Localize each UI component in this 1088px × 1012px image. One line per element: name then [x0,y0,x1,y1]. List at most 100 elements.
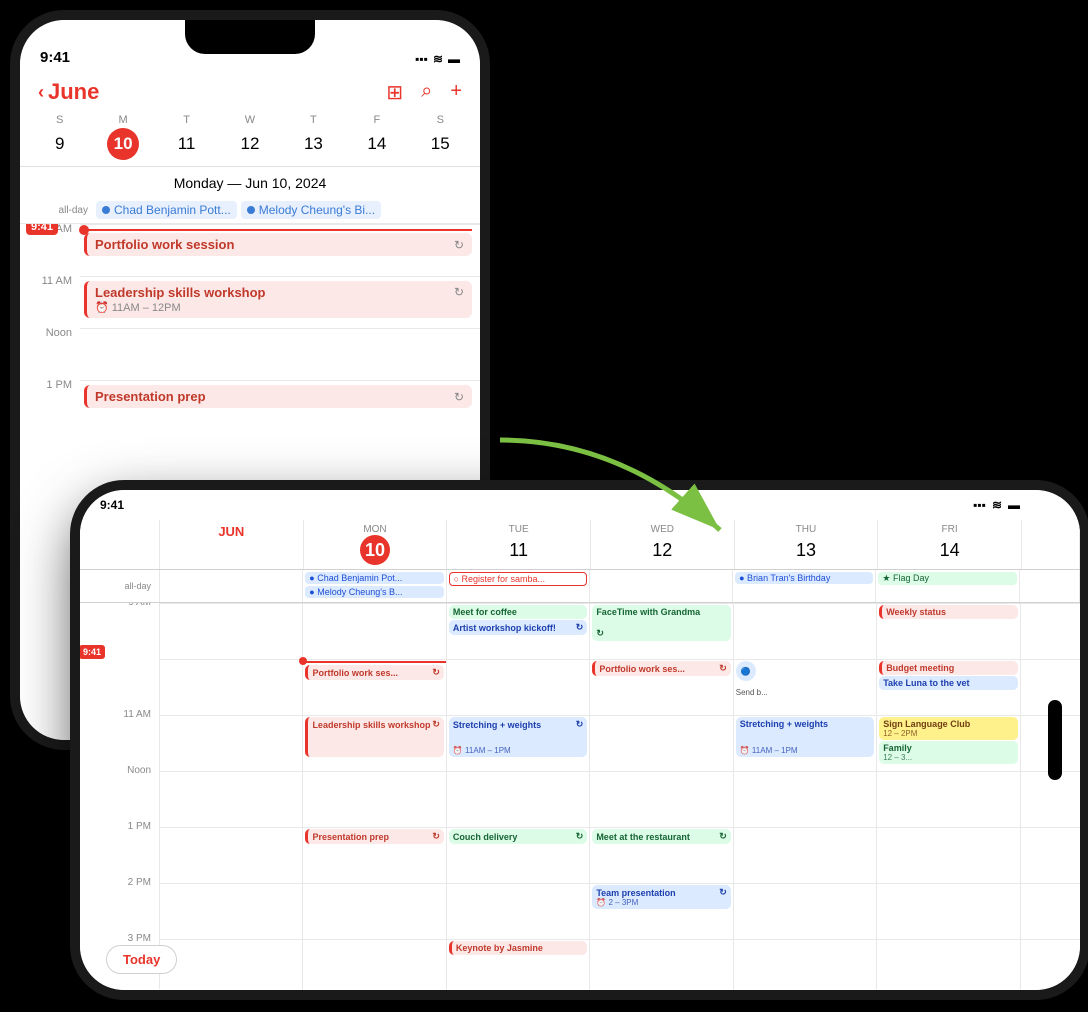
month-title[interactable]: ‹ June [38,79,99,105]
refresh-icon: ↻ [596,628,604,639]
col-tue-1pm: Couch delivery ↻ [447,827,590,883]
back-chevron-icon[interactable]: ‹ [38,82,44,103]
add-event-icon[interactable]: + [450,80,462,105]
day-thursday[interactable]: T 13 [282,114,345,160]
dynamic-island [1048,700,1062,780]
allday-event-melody[interactable]: Melody Cheung's Bi... [241,201,381,219]
allday-event-samba[interactable]: ○ Register for samba... [449,572,587,586]
signal-icon: ▪▪▪ [973,498,986,512]
arrow [470,430,770,560]
calendar-week-view: Jun Mon 10 Tue 11 Wed 12 [80,520,1080,990]
allday-event-chad[interactable]: ● Chad Benjamin Pot... [305,572,443,584]
time-grid: 9 AM Meet for coffee Artist workshop kic… [80,603,1080,990]
col-fri-9am: Weekly status [877,603,1020,659]
col-tue-10am [447,659,590,715]
col-fri-2pm [877,883,1020,939]
event-budget-meeting[interactable]: Budget meeting [879,661,1017,675]
status-icons: ▪▪▪ ≋ ▬ [973,498,1020,512]
day-friday[interactable]: F 14 [345,114,408,160]
event-presentation-prep[interactable]: Presentation prep ↻ [84,385,472,408]
event-weekly-status[interactable]: Weekly status [879,605,1017,619]
col-extra-9am [1021,603,1080,659]
col-thu-2pm [734,883,877,939]
status-icons: ▪▪▪ ≋ ▬ [415,52,460,66]
event-stretching-thu[interactable]: Stretching + weights ⏰ 11AM – 1PM [736,717,874,757]
col-thu-10am: 🔵 Send b... [734,659,877,715]
event-team-presentation[interactable]: Team presentation ↻ ⏰ 2 – 3PM [592,885,730,909]
col-tue-11am: Stretching + weights ↻ ⏰ 11AM – 1PM [447,715,590,771]
day-tuesday[interactable]: T 11 [155,114,218,160]
time-label-noon: Noon [80,765,160,821]
event-presentation-prep-mon[interactable]: Presentation prep ↻ [305,829,443,844]
current-time-dot [299,657,307,665]
status-time: 9:41 [100,498,124,512]
time-row-3pm: 3 PM Keynote by Jasmine [80,939,1080,990]
date-label: Monday — Jun 10, 2024 [20,166,480,197]
status-time: 9:41 [40,49,70,66]
event-portfolio-mon[interactable]: Portfolio work ses... ↻ [305,665,443,680]
time-content-10am: 9:41 Portfolio work session ↻ [80,224,480,276]
col-jun-1pm [160,827,303,883]
search-icon[interactable]: ⌕ [421,80,432,105]
allday-label: all-day [36,205,88,216]
allday-mon: ● Chad Benjamin Pot... ● Melody Cheung's… [303,570,446,602]
event-couch-delivery[interactable]: Couch delivery ↻ [449,829,587,844]
time-content-11am: Leadership skills workshop ↻ ⏰ 11AM – 12… [80,276,480,328]
day-wednesday[interactable]: W 12 [218,114,281,160]
day-monday[interactable]: M 10 [91,114,154,160]
today-button[interactable]: Today [106,945,177,974]
col-mon-1pm: Presentation prep ↻ [303,827,446,883]
allday-label: all-day [80,570,160,602]
time-content-noon [80,328,480,380]
time-row-11am: 11 AM Leadership skills workshop ↻ ⏰ 11A… [20,276,480,328]
col-thu-9am [734,603,877,659]
signal-icon: ▪▪▪ [415,52,428,66]
allday-event-flagday[interactable]: ★ Flag Day [878,572,1016,585]
col-header-extra [1022,520,1080,569]
grid-view-icon[interactable]: ⊞ [386,80,403,105]
event-facetime-grandma[interactable]: FaceTime with Grandma ↻ [592,605,730,641]
time-col-header [80,520,160,569]
event-meet-coffee[interactable]: Meet for coffee [449,605,587,619]
time-row-10am: 10 AM 9:41 Portfolio work session ↻ [20,224,480,276]
phone2-landscape: 9:41 ▪▪▪ ≋ ▬ Jun Mon 10 [80,490,1080,990]
allday-event-chad[interactable]: Chad Benjamin Pott... [96,201,237,219]
event-meet-restaurant[interactable]: Meet at the restaurant ↻ [592,829,730,844]
col-jun-10am [160,659,303,715]
col-jun-11am [160,715,303,771]
allday-event-brian[interactable]: ● Brian Tran's Birthday [735,572,873,584]
week-strip: S 9 M 10 T 11 W 12 T 13 F 14 [20,114,480,160]
col-extra-1pm [1021,827,1080,883]
event-sign-language[interactable]: Sign Language Club 12 – 2PM [879,717,1017,740]
day-sunday[interactable]: S 9 [28,114,91,160]
event-leadership[interactable]: Leadership skills workshop ↻ ⏰ 11AM – 12… [84,281,472,318]
notch [185,20,315,54]
col-header-fri[interactable]: Fri 14 [878,520,1022,569]
day-saturday[interactable]: S 15 [409,114,472,160]
event-send-b[interactable]: 🔵 [736,661,756,681]
event-portfolio-work[interactable]: Portfolio work session ↻ [84,233,472,256]
col-fri-10am: Budget meeting Take Luna to the vet [877,659,1020,715]
event-luna-vet[interactable]: Take Luna to the vet [879,676,1017,690]
col-wed-1pm: Meet at the restaurant ↻ [590,827,733,883]
col-jun-2pm [160,883,303,939]
event-keynote-jasmine[interactable]: Keynote by Jasmine [449,941,587,955]
event-leadership-mon[interactable]: Leadership skills workshop ↻ [305,717,443,757]
col-fri-11am: Sign Language Club 12 – 2PM Family 12 – … [877,715,1020,771]
time-label-10am: 9:41 [80,653,160,709]
col-mon-2pm [303,883,446,939]
col-header-jun: Jun [160,520,304,569]
col-header-mon[interactable]: Mon 10 [304,520,448,569]
refresh-icon: ↻ [454,390,464,404]
col-wed-10am: Portfolio work ses... ↻ [590,659,733,715]
calendar-header: ‹ June ⊞ ⌕ + [20,70,480,114]
col-tue-3pm: Keynote by Jasmine [447,939,590,990]
event-family[interactable]: Family 12 – 3... [879,741,1017,764]
event-stretching-tue[interactable]: Stretching + weights ↻ ⏰ 11AM – 1PM [449,717,587,757]
refresh-icon: ↻ [454,238,464,252]
event-portfolio-wed[interactable]: Portfolio work ses... ↻ [592,661,730,676]
event-artist-workshop[interactable]: Artist workshop kickoff! ↻ [449,620,587,635]
current-time-badge: 9:41 [80,645,105,659]
refresh-icon: ↻ [576,831,584,842]
allday-event-melody[interactable]: ● Melody Cheung's B... [305,586,443,598]
